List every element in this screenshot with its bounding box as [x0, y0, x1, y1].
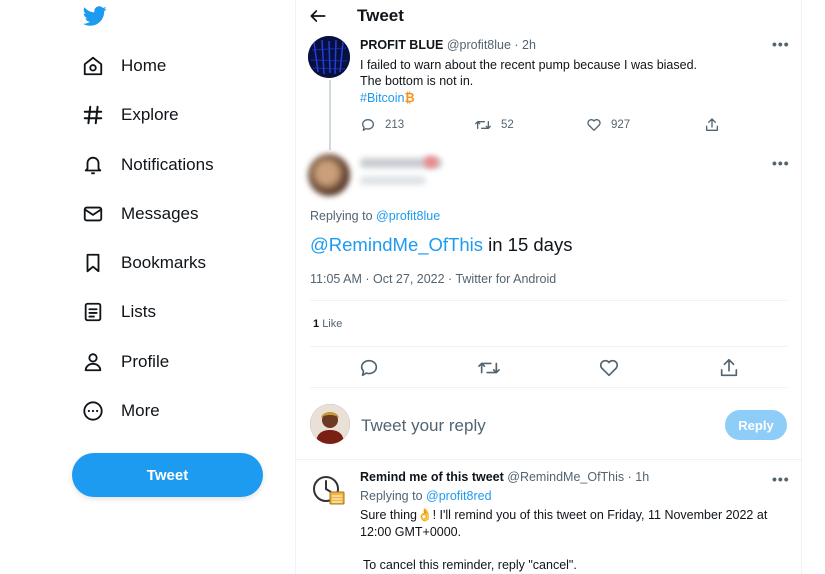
- sidebar-item-more[interactable]: More: [80, 391, 160, 431]
- more-options-icon[interactable]: •••: [772, 155, 790, 171]
- sidebar-item-bookmarks[interactable]: Bookmarks: [80, 243, 206, 283]
- sidebar-item-label: Messages: [121, 204, 199, 223]
- sidebar-item-label: Explore: [121, 105, 179, 124]
- reply-action[interactable]: 213: [360, 117, 404, 133]
- bot-tweet-text-line-2: 12:00 GMT+0000.: [360, 525, 462, 539]
- like-action[interactable]: 927: [586, 117, 630, 133]
- sidebar-item-explore[interactable]: Explore: [80, 95, 179, 135]
- bot-tweet-header: Remind me of this tweet @RemindMe_OfThis…: [360, 470, 649, 484]
- sidebar-item-notifications[interactable]: Notifications: [80, 145, 214, 185]
- likes-summary-label: Like: [322, 318, 343, 330]
- sidebar-item-messages[interactable]: Messages: [80, 194, 198, 234]
- main-tweet-text: @RemindMe_OfThis in 15 days: [310, 234, 572, 256]
- person-icon: [80, 349, 106, 375]
- share-action[interactable]: [704, 117, 729, 133]
- page-title: Tweet: [357, 6, 404, 25]
- divider: [310, 300, 787, 301]
- sidebar-item-home[interactable]: Home: [80, 46, 166, 86]
- page-header: Tweet: [296, 0, 803, 32]
- envelope-icon: [80, 201, 106, 227]
- main-tweet-text-rest: in 15 days: [483, 234, 573, 255]
- replying-handle-link[interactable]: @profit8red: [426, 489, 492, 503]
- retweet-icon: [474, 121, 491, 129]
- more-circle-icon: [80, 398, 106, 424]
- home-icon: [80, 53, 106, 79]
- reply-button[interactable]: Reply: [725, 410, 787, 440]
- retweet-action[interactable]: 52: [474, 117, 514, 133]
- sidebar-item-label: Profile: [121, 352, 170, 371]
- divider: [310, 387, 787, 388]
- avatar[interactable]: [310, 404, 350, 444]
- likes-summary-count: 1: [313, 318, 320, 330]
- hashtag-link[interactable]: #Bitcoin: [360, 91, 404, 105]
- bot-tweet-text-b: ! I'll remind you of this tweet on Frida…: [432, 508, 768, 522]
- retweet-count: 52: [501, 119, 514, 131]
- compose-tweet-button[interactable]: Tweet: [72, 453, 263, 497]
- more-options-icon[interactable]: •••: [772, 471, 790, 487]
- reply-icon: [362, 119, 375, 131]
- reply-input[interactable]: Tweet your reply: [361, 416, 486, 436]
- replying-to: Replying to @profit8lue: [310, 209, 440, 223]
- blurred-author-badge: [424, 156, 438, 168]
- likes-summary[interactable]: 1 Like: [313, 318, 342, 330]
- sidebar-item-label: Lists: [121, 302, 156, 321]
- divider: [296, 459, 803, 460]
- parent-tweet-text-line-1: I failed to warn about the recent pump b…: [360, 58, 698, 72]
- avatar[interactable]: [308, 36, 350, 78]
- divider: [310, 346, 787, 347]
- more-options-icon[interactable]: •••: [772, 36, 790, 52]
- replying-prefix: Replying to: [360, 489, 423, 503]
- bot-tweet-text-line-3: To cancel this reminder, reply "cancel".: [363, 558, 577, 572]
- twitter-bird-icon[interactable]: [82, 4, 108, 28]
- bookmark-icon: [80, 250, 106, 276]
- bot-tweet-text-a: Sure thing: [360, 508, 417, 522]
- sidebar-item-label: Home: [121, 56, 167, 75]
- replying-prefix: Replying to: [310, 209, 373, 223]
- reply-icon[interactable]: [358, 357, 380, 379]
- ok-hand-emoji-icon: 👌: [416, 508, 433, 522]
- heart-icon: [587, 119, 601, 131]
- parent-tweet-header: PROFIT BLUE @profit8lue · 2h: [360, 38, 536, 52]
- hashtag-icon: [80, 102, 106, 128]
- bitcoin-emoji-icon: ₿: [404, 91, 415, 105]
- mention-link[interactable]: @RemindMe_OfThis: [310, 234, 483, 255]
- parent-tweet-hashtag-line: #Bitcoin₿: [360, 91, 415, 105]
- bot-replying-to: Replying to @profit8red: [360, 489, 492, 503]
- author-handle-time: @profit8lue · 2h: [446, 38, 536, 52]
- list-icon: [80, 299, 106, 325]
- share-icon[interactable]: [718, 357, 740, 379]
- back-arrow-icon[interactable]: [308, 6, 328, 26]
- sidebar-item-label: Bookmarks: [121, 253, 207, 272]
- replying-handle-link[interactable]: @profit8lue: [376, 209, 440, 223]
- parent-tweet-text-line-2: The bottom is not in.: [360, 74, 474, 88]
- retweet-icon[interactable]: [477, 357, 501, 379]
- sidebar-item-label: More: [121, 401, 160, 420]
- bell-icon: [80, 152, 106, 178]
- tweet-detail-column: Tweet PROFIT BLUE @profit8lue · 2h I fai…: [295, 0, 803, 574]
- sidebar: Home Explore Notifications Messages Book…: [0, 0, 295, 574]
- sidebar-item-label: Notifications: [121, 155, 214, 174]
- clock-calendar-icon[interactable]: [310, 472, 348, 510]
- author-name[interactable]: Remind me of this tweet: [360, 470, 504, 484]
- like-count: 927: [611, 119, 631, 131]
- bot-tweet-text-line-1: Sure thing👌! I'll remind you of this twe…: [360, 508, 767, 523]
- avatar[interactable]: [308, 154, 350, 196]
- heart-icon[interactable]: [598, 357, 620, 379]
- reply-count: 213: [385, 119, 405, 131]
- author-name[interactable]: PROFIT BLUE: [360, 38, 443, 52]
- author-handle-time: @RemindMe_OfThis · 1h: [507, 470, 650, 484]
- sidebar-item-profile[interactable]: Profile: [80, 342, 169, 382]
- tweet-timestamp[interactable]: 11:05 AM · Oct 27, 2022 · Twitter for An…: [310, 272, 556, 286]
- sidebar-item-lists[interactable]: Lists: [80, 292, 156, 332]
- share-icon: [706, 118, 718, 131]
- thread-connector: [329, 80, 331, 150]
- blurred-author-handle: [360, 176, 426, 185]
- app: Home Explore Notifications Messages Book…: [0, 0, 825, 574]
